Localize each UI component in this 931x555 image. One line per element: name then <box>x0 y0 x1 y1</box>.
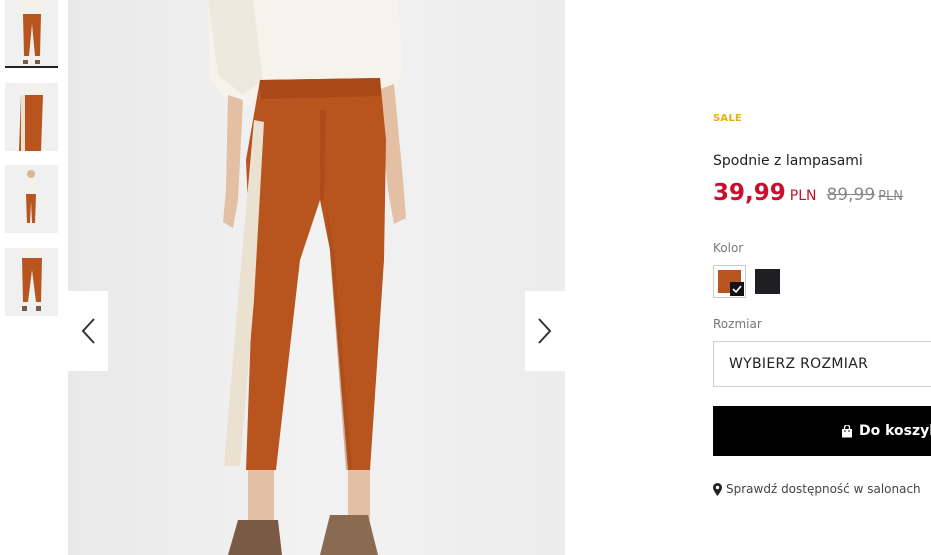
checkmark-icon <box>730 282 744 296</box>
size-select[interactable]: WYBIERZ ROZMIAR <box>713 341 931 387</box>
old-price-currency: PLN <box>878 189 903 204</box>
thumbnail-image <box>5 248 58 316</box>
color-swatch-black[interactable] <box>755 269 780 294</box>
product-main-image <box>68 0 565 555</box>
thumbnail-image <box>5 0 58 66</box>
add-to-cart-label: Do koszyka <box>859 423 931 439</box>
thumbnail-2[interactable] <box>5 83 58 151</box>
old-price: 89,99 <box>826 185 876 205</box>
color-label: Kolor <box>713 241 744 255</box>
next-image-button[interactable] <box>525 291 565 371</box>
thumbnail-image <box>5 83 58 151</box>
product-photo <box>68 0 565 555</box>
product-info-panel: SALE Spodnie z lampasami 39,99 PLN 89,99 PL… <box>713 0 931 555</box>
store-availability-link[interactable]: Sprawdź dostępność w salonach <box>713 482 921 496</box>
sale-price: 39,99 <box>713 180 786 206</box>
store-availability-label: Sprawdź dostępność w salonach <box>726 482 921 496</box>
sale-badge: SALE <box>713 113 742 124</box>
thumbnail-image <box>5 165 58 233</box>
price-row: 39,99 PLN 89,99 PLN <box>713 180 903 206</box>
size-label: Rozmiar <box>713 317 762 331</box>
previous-image-button[interactable] <box>68 291 108 371</box>
sale-price-currency: PLN <box>789 188 817 204</box>
thumbnail-3[interactable] <box>5 165 58 233</box>
color-swatch-rust[interactable] <box>713 265 746 298</box>
thumbnail-1[interactable] <box>5 0 58 68</box>
map-pin-icon <box>713 482 722 496</box>
shopping-bag-icon <box>841 424 853 438</box>
product-name: Spodnie z lampasami <box>713 153 863 169</box>
thumbnail-4[interactable] <box>5 248 58 316</box>
chevron-right-icon <box>538 318 552 344</box>
add-to-cart-button[interactable]: Do koszyka <box>713 406 931 456</box>
chevron-left-icon <box>81 318 95 344</box>
